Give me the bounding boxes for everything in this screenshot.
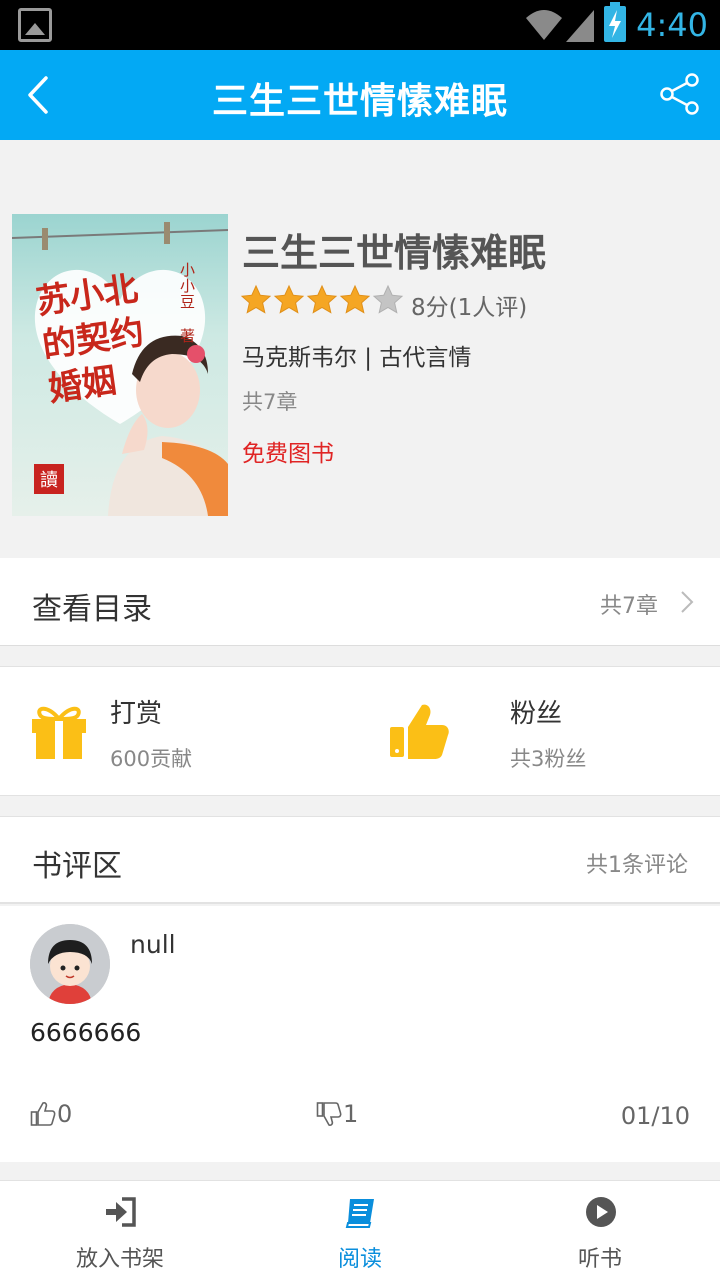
fans-label: 粉丝 xyxy=(510,699,563,729)
star-filled-icon xyxy=(273,284,305,314)
rating-text: 8分(1人评) xyxy=(411,295,528,321)
toc-count: 共7章 xyxy=(600,594,658,619)
cover-author: 小小豆著 xyxy=(180,262,202,344)
page-title: 三生三世情愫难眠 xyxy=(211,81,508,122)
dislike-count: 1 xyxy=(343,1100,359,1128)
cover-title: 苏小北的契约婚姻 xyxy=(33,268,147,410)
review-username: null xyxy=(130,930,176,959)
star-filled-icon xyxy=(306,284,338,314)
star-empty-icon xyxy=(372,284,404,314)
thumbs-up-icon xyxy=(390,704,449,759)
cover-author-name: 小小豆 xyxy=(180,261,196,311)
gift-icon xyxy=(32,706,86,759)
book-info: 讀 苏小北的契约婚姻 小小豆著 三生三世情愫难眠 8分(1人评) 马克斯韦尔 |… xyxy=(0,140,720,558)
reward-value: 600贡献 xyxy=(110,747,193,771)
bottom-bar: 放入书架 阅读 听书 xyxy=(0,1180,720,1280)
review-date: 01/10 xyxy=(620,1102,690,1130)
status-bar: 4:40 xyxy=(0,0,720,50)
cover-author-suffix: 著 xyxy=(180,327,196,345)
toc-label: 查看目录 xyxy=(32,592,152,627)
clock: 4:40 xyxy=(636,6,708,44)
chapter-count: 共7章 xyxy=(242,390,298,414)
review-text: 6666666 xyxy=(30,1018,142,1047)
add-to-shelf-label: 放入书架 xyxy=(75,1247,164,1272)
listen-label: 听书 xyxy=(577,1247,622,1272)
review-item: null 6666666 0 1 01/10 xyxy=(0,906,720,1162)
review-count: 共1条评论 xyxy=(586,853,688,878)
book-title: 三生三世情愫难眠 xyxy=(242,231,547,275)
fans-value: 共3粉丝 xyxy=(510,747,587,771)
author-category[interactable]: 马克斯韦尔 | 古代言情 xyxy=(242,338,471,372)
dislike-button[interactable]: 1 xyxy=(316,1100,358,1128)
signal-icon xyxy=(566,10,594,42)
reward-label: 打赏 xyxy=(110,699,163,729)
listen-button[interactable]: 听书 xyxy=(480,1181,720,1280)
review-section-label: 书评区 xyxy=(32,849,122,884)
title-bar: 三生三世情愫难眠 xyxy=(0,50,720,140)
wifi-icon xyxy=(526,10,562,40)
book-cover[interactable]: 讀 苏小北的契约婚姻 小小豆著 xyxy=(12,214,228,516)
svg-text:讀: 讀 xyxy=(40,470,58,491)
like-button[interactable]: 0 xyxy=(30,1100,72,1128)
read-button[interactable]: 阅读 xyxy=(240,1181,480,1280)
price-tag: 免费图书 xyxy=(242,441,334,467)
add-to-shelf-icon xyxy=(106,1197,136,1227)
play-icon xyxy=(586,1197,616,1227)
table-of-contents-row[interactable]: 查看目录 共7章 xyxy=(0,558,720,646)
stats-panel: 打赏 600贡献 粉丝 共3粉丝 xyxy=(0,666,720,796)
chevron-right-icon xyxy=(681,591,694,613)
thumbs-down-outline-icon xyxy=(316,1102,342,1126)
avatar[interactable] xyxy=(30,924,110,1004)
like-count: 0 xyxy=(57,1100,73,1128)
reward-item[interactable]: 打赏 600贡献 xyxy=(0,667,360,797)
book-icon xyxy=(345,1199,374,1228)
fans-item[interactable]: 粉丝 共3粉丝 xyxy=(386,667,720,797)
battery-icon xyxy=(604,2,626,42)
review-section-header[interactable]: 书评区 共1条评论 xyxy=(0,816,720,904)
rating-stars xyxy=(240,284,404,316)
thumbs-up-outline-icon xyxy=(30,1102,56,1126)
read-label: 阅读 xyxy=(337,1247,382,1272)
star-filled-icon xyxy=(240,284,272,314)
add-to-shelf-button[interactable]: 放入书架 xyxy=(0,1181,240,1280)
share-icon[interactable] xyxy=(658,72,702,116)
image-notification-icon xyxy=(18,8,52,42)
star-filled-icon xyxy=(339,284,371,314)
